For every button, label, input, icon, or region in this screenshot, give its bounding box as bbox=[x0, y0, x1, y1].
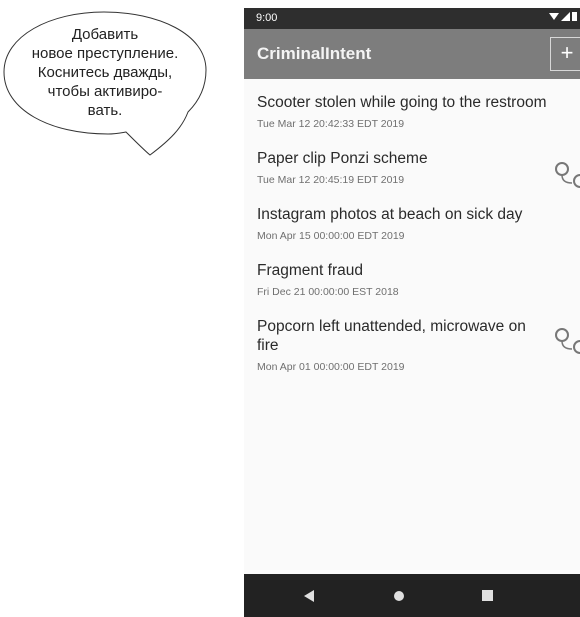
phone-screen: 9:00 CriminalIntent + Scooter stolen whi… bbox=[244, 8, 580, 617]
crime-item[interactable]: Scooter stolen while going to the restro… bbox=[244, 79, 580, 145]
back-triangle-icon bbox=[304, 589, 314, 602]
callout-text: Добавить новое преступление. Коснитесь д… bbox=[31, 26, 179, 119]
home-circle-icon bbox=[394, 590, 404, 601]
back-button[interactable] bbox=[294, 574, 324, 617]
status-bar: 9:00 bbox=[244, 8, 580, 29]
home-button[interactable] bbox=[384, 574, 414, 617]
crime-item[interactable]: Instagram photos at beach on sick day Mo… bbox=[244, 201, 580, 257]
crime-date: Mon Apr 15 00:00:00 EDT 2019 bbox=[257, 230, 405, 242]
app-bar: CriminalIntent + bbox=[244, 29, 580, 79]
crime-title: Scooter stolen while going to the restro… bbox=[257, 94, 547, 111]
crime-item[interactable]: Paper clip Ponzi scheme Tue Mar 12 20:45… bbox=[244, 145, 580, 201]
wifi-icon bbox=[549, 12, 559, 20]
add-crime-button[interactable]: + bbox=[550, 37, 580, 71]
app-title: CriminalIntent bbox=[257, 44, 372, 63]
handcuffs-icon bbox=[555, 328, 580, 354]
crime-date: Fri Dec 21 00:00:00 EST 2018 bbox=[257, 286, 399, 298]
recents-button[interactable] bbox=[472, 574, 502, 617]
battery-icon bbox=[572, 12, 577, 21]
crime-title: Instagram photos at beach on sick day bbox=[257, 206, 523, 223]
handcuffs-icon bbox=[555, 162, 580, 188]
crime-title: Popcorn left unattended, microwave on fi… bbox=[257, 318, 526, 354]
status-time: 9:00 bbox=[256, 12, 278, 24]
crime-item[interactable]: Popcorn left unattended, microwave on fi… bbox=[244, 313, 580, 377]
crime-title: Fragment fraud bbox=[257, 262, 363, 279]
crime-title: Paper clip Ponzi scheme bbox=[257, 150, 428, 167]
crime-date: Tue Mar 12 20:45:19 EDT 2019 bbox=[257, 174, 405, 186]
crime-item[interactable]: Fragment fraud Fri Dec 21 00:00:00 EST 2… bbox=[244, 257, 580, 313]
crime-date: Tue Mar 12 20:42:33 EDT 2019 bbox=[257, 118, 405, 130]
recents-square-icon bbox=[481, 590, 493, 601]
nav-bar bbox=[244, 574, 580, 617]
crime-date: Mon Apr 01 00:00:00 EDT 2019 bbox=[257, 361, 405, 373]
crime-list: Scooter stolen while going to the restro… bbox=[244, 79, 580, 377]
signal-icon bbox=[561, 11, 570, 21]
